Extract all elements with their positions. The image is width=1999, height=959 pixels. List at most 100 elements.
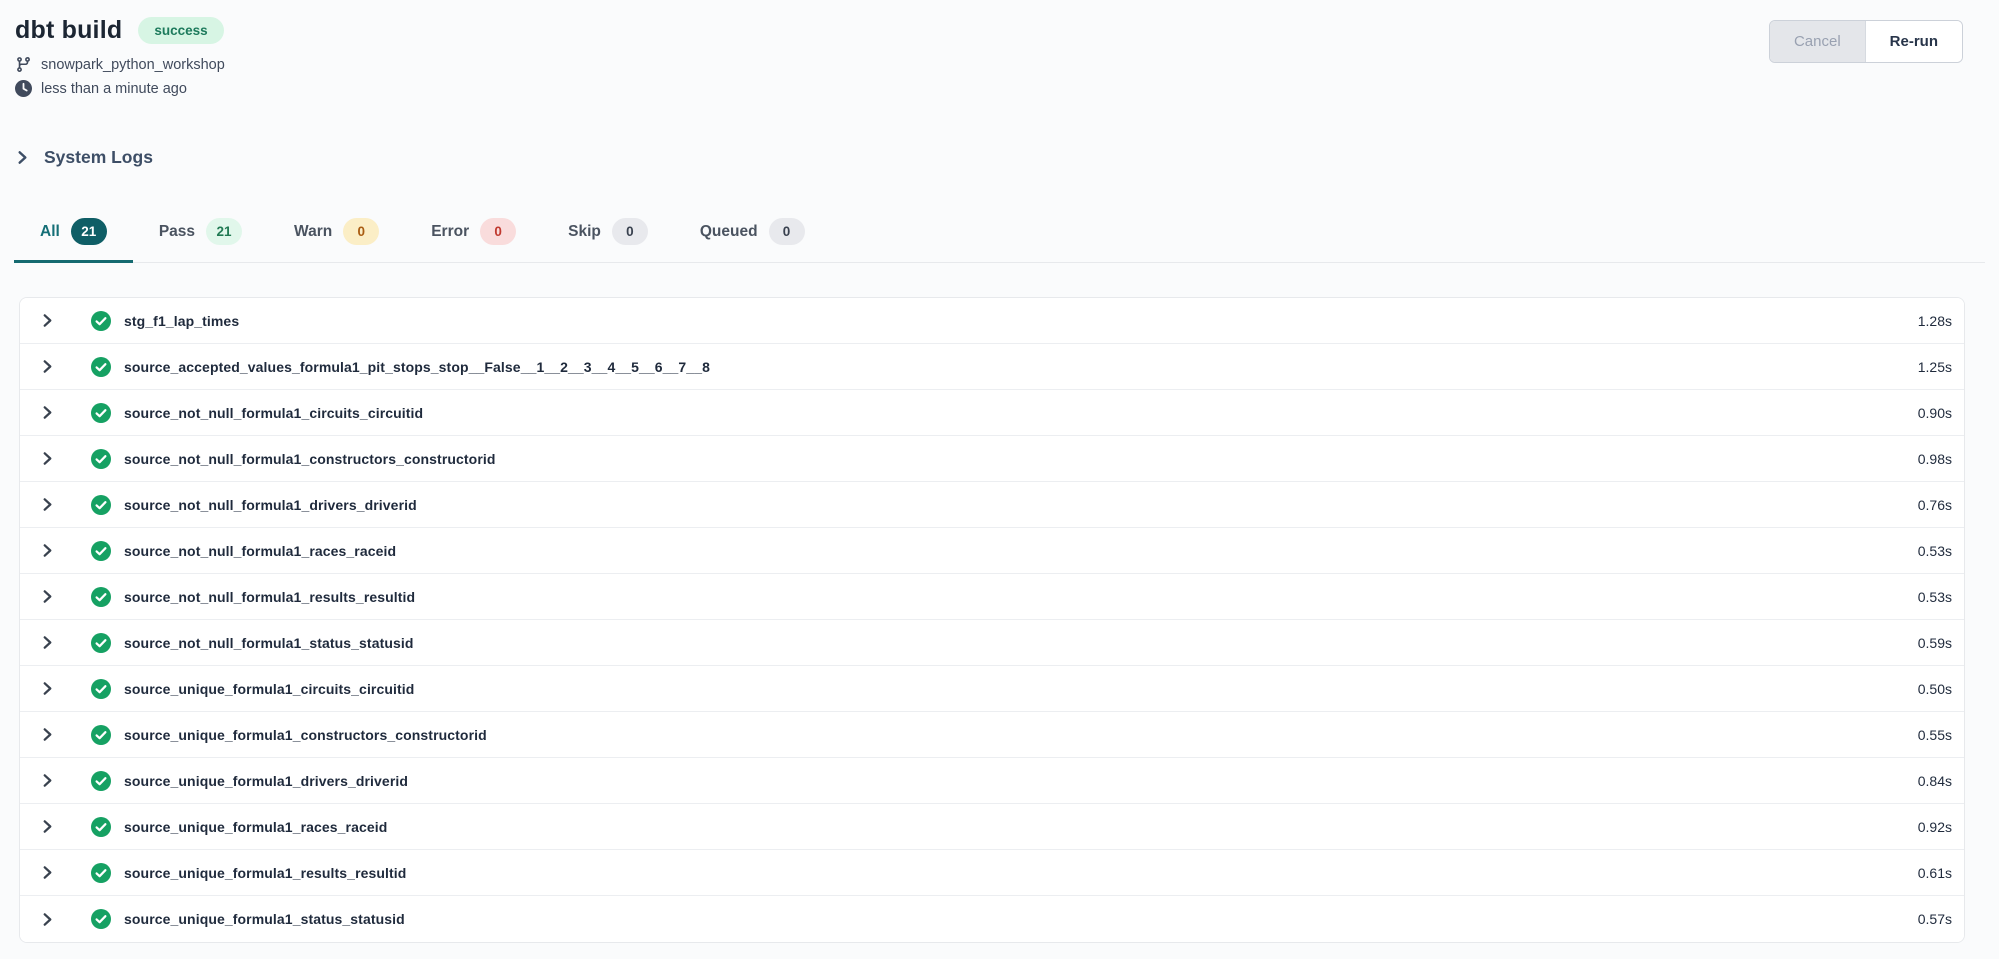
result-duration: 0.98s — [1918, 451, 1952, 467]
tab[interactable]: Error 0 — [405, 206, 542, 263]
result-name: source_not_null_formula1_constructors_co… — [124, 451, 496, 467]
result-name: stg_f1_lap_times — [124, 313, 239, 329]
success-check-icon — [91, 771, 111, 791]
success-check-icon — [91, 449, 111, 469]
rerun-button[interactable]: Re-run — [1866, 21, 1962, 62]
success-check-icon — [91, 403, 111, 423]
expand-chevron-icon[interactable] — [40, 589, 55, 604]
tab-count-badge: 0 — [612, 218, 648, 245]
expand-chevron-icon[interactable] — [40, 819, 55, 834]
tab-count-badge: 0 — [769, 218, 805, 245]
expand-chevron-icon[interactable] — [40, 543, 55, 558]
result-row[interactable]: source_unique_formula1_status_statusid 0… — [20, 896, 1964, 942]
tab[interactable]: All 21 — [14, 206, 133, 263]
result-row[interactable]: source_unique_formula1_constructors_cons… — [20, 712, 1964, 758]
title-row: dbt build success — [15, 16, 1963, 45]
result-name: source_accepted_values_formula1_pit_stop… — [124, 359, 710, 375]
result-row[interactable]: source_not_null_formula1_circuits_circui… — [20, 390, 1964, 436]
result-name: source_not_null_formula1_drivers_driveri… — [124, 497, 417, 513]
tab-count-badge: 21 — [71, 218, 107, 245]
result-row[interactable]: source_not_null_formula1_drivers_driveri… — [20, 482, 1964, 528]
status-badge: success — [138, 17, 223, 45]
result-name: source_unique_formula1_drivers_driverid — [124, 773, 408, 789]
result-row[interactable]: source_unique_formula1_circuits_circuiti… — [20, 666, 1964, 712]
result-row[interactable]: source_not_null_formula1_status_statusid… — [20, 620, 1964, 666]
tab-count-badge: 0 — [343, 218, 379, 245]
expand-chevron-icon[interactable] — [40, 451, 55, 466]
chevron-right-icon[interactable] — [15, 150, 30, 165]
system-logs-toggle[interactable]: System Logs — [15, 147, 153, 168]
page-title: dbt build — [15, 16, 122, 45]
success-check-icon — [91, 817, 111, 837]
result-duration: 0.53s — [1918, 589, 1952, 605]
result-name: source_unique_formula1_races_raceid — [124, 819, 387, 835]
git-branch-icon — [15, 56, 32, 73]
result-duration: 0.92s — [1918, 819, 1952, 835]
tab-label: Pass — [159, 223, 195, 241]
result-duration: 0.50s — [1918, 681, 1952, 697]
tab-label: Queued — [700, 223, 758, 241]
expand-chevron-icon[interactable] — [40, 313, 55, 328]
result-row[interactable]: source_unique_formula1_races_raceid 0.92… — [20, 804, 1964, 850]
tab[interactable]: Queued 0 — [674, 206, 831, 263]
result-duration: 0.84s — [1918, 773, 1952, 789]
tab-count-badge: 21 — [206, 218, 242, 245]
tab-label: Skip — [568, 223, 601, 241]
result-duration: 0.61s — [1918, 865, 1952, 881]
success-check-icon — [91, 863, 111, 883]
result-row[interactable]: source_accepted_values_formula1_pit_stop… — [20, 344, 1964, 390]
expand-chevron-icon[interactable] — [40, 727, 55, 742]
tab-label: All — [40, 223, 60, 241]
expand-chevron-icon[interactable] — [40, 865, 55, 880]
result-name: source_not_null_formula1_circuits_circui… — [124, 405, 423, 421]
success-check-icon — [91, 587, 111, 607]
tab[interactable]: Warn 0 — [268, 206, 405, 263]
result-name: source_unique_formula1_results_resultid — [124, 865, 406, 881]
expand-chevron-icon[interactable] — [40, 912, 55, 927]
result-duration: 0.55s — [1918, 727, 1952, 743]
result-duration: 0.59s — [1918, 635, 1952, 651]
tab[interactable]: Skip 0 — [542, 206, 674, 263]
result-row[interactable]: source_unique_formula1_drivers_driverid … — [20, 758, 1964, 804]
result-row[interactable]: source_not_null_formula1_races_raceid 0.… — [20, 528, 1964, 574]
expand-chevron-icon[interactable] — [40, 773, 55, 788]
run-actions: Cancel Re-run — [1769, 20, 1963, 63]
time-ago: less than a minute ago — [41, 81, 187, 97]
expand-chevron-icon[interactable] — [40, 405, 55, 420]
result-row[interactable]: source_unique_formula1_results_resultid … — [20, 850, 1964, 896]
tab-count-badge: 0 — [480, 218, 516, 245]
success-check-icon — [91, 541, 111, 561]
success-check-icon — [91, 679, 111, 699]
expand-chevron-icon[interactable] — [40, 497, 55, 512]
run-header: dbt build success Cancel Re-run snowpark… — [0, 0, 1999, 97]
result-duration: 0.90s — [1918, 405, 1952, 421]
time-row: less than a minute ago — [15, 80, 1963, 97]
result-duration: 1.28s — [1918, 313, 1952, 329]
result-name: source_not_null_formula1_results_resulti… — [124, 589, 415, 605]
result-name: source_unique_formula1_constructors_cons… — [124, 727, 487, 743]
result-row[interactable]: source_not_null_formula1_results_resulti… — [20, 574, 1964, 620]
branch-name: snowpark_python_workshop — [41, 57, 225, 73]
success-check-icon — [91, 633, 111, 653]
expand-chevron-icon[interactable] — [40, 635, 55, 650]
success-check-icon — [91, 909, 111, 929]
result-duration: 0.76s — [1918, 497, 1952, 513]
success-check-icon — [91, 357, 111, 377]
result-name: source_unique_formula1_circuits_circuiti… — [124, 681, 414, 697]
expand-chevron-icon[interactable] — [40, 681, 55, 696]
run-results-list: stg_f1_lap_times 1.28s source_accepted_v… — [19, 297, 1965, 943]
result-row[interactable]: source_not_null_formula1_constructors_co… — [20, 436, 1964, 482]
result-name: source_unique_formula1_status_statusid — [124, 911, 405, 927]
clock-icon — [15, 80, 32, 97]
tab[interactable]: Pass 21 — [133, 206, 268, 263]
tab-label: Warn — [294, 223, 332, 241]
expand-chevron-icon[interactable] — [40, 359, 55, 374]
cancel-button[interactable]: Cancel — [1770, 21, 1866, 62]
success-check-icon — [91, 725, 111, 745]
result-duration: 0.57s — [1918, 911, 1952, 927]
success-check-icon — [91, 495, 111, 515]
result-duration: 1.25s — [1918, 359, 1952, 375]
branch-row: snowpark_python_workshop — [15, 56, 1963, 73]
tab-label: Error — [431, 223, 469, 241]
result-row[interactable]: stg_f1_lap_times 1.28s — [20, 298, 1964, 344]
